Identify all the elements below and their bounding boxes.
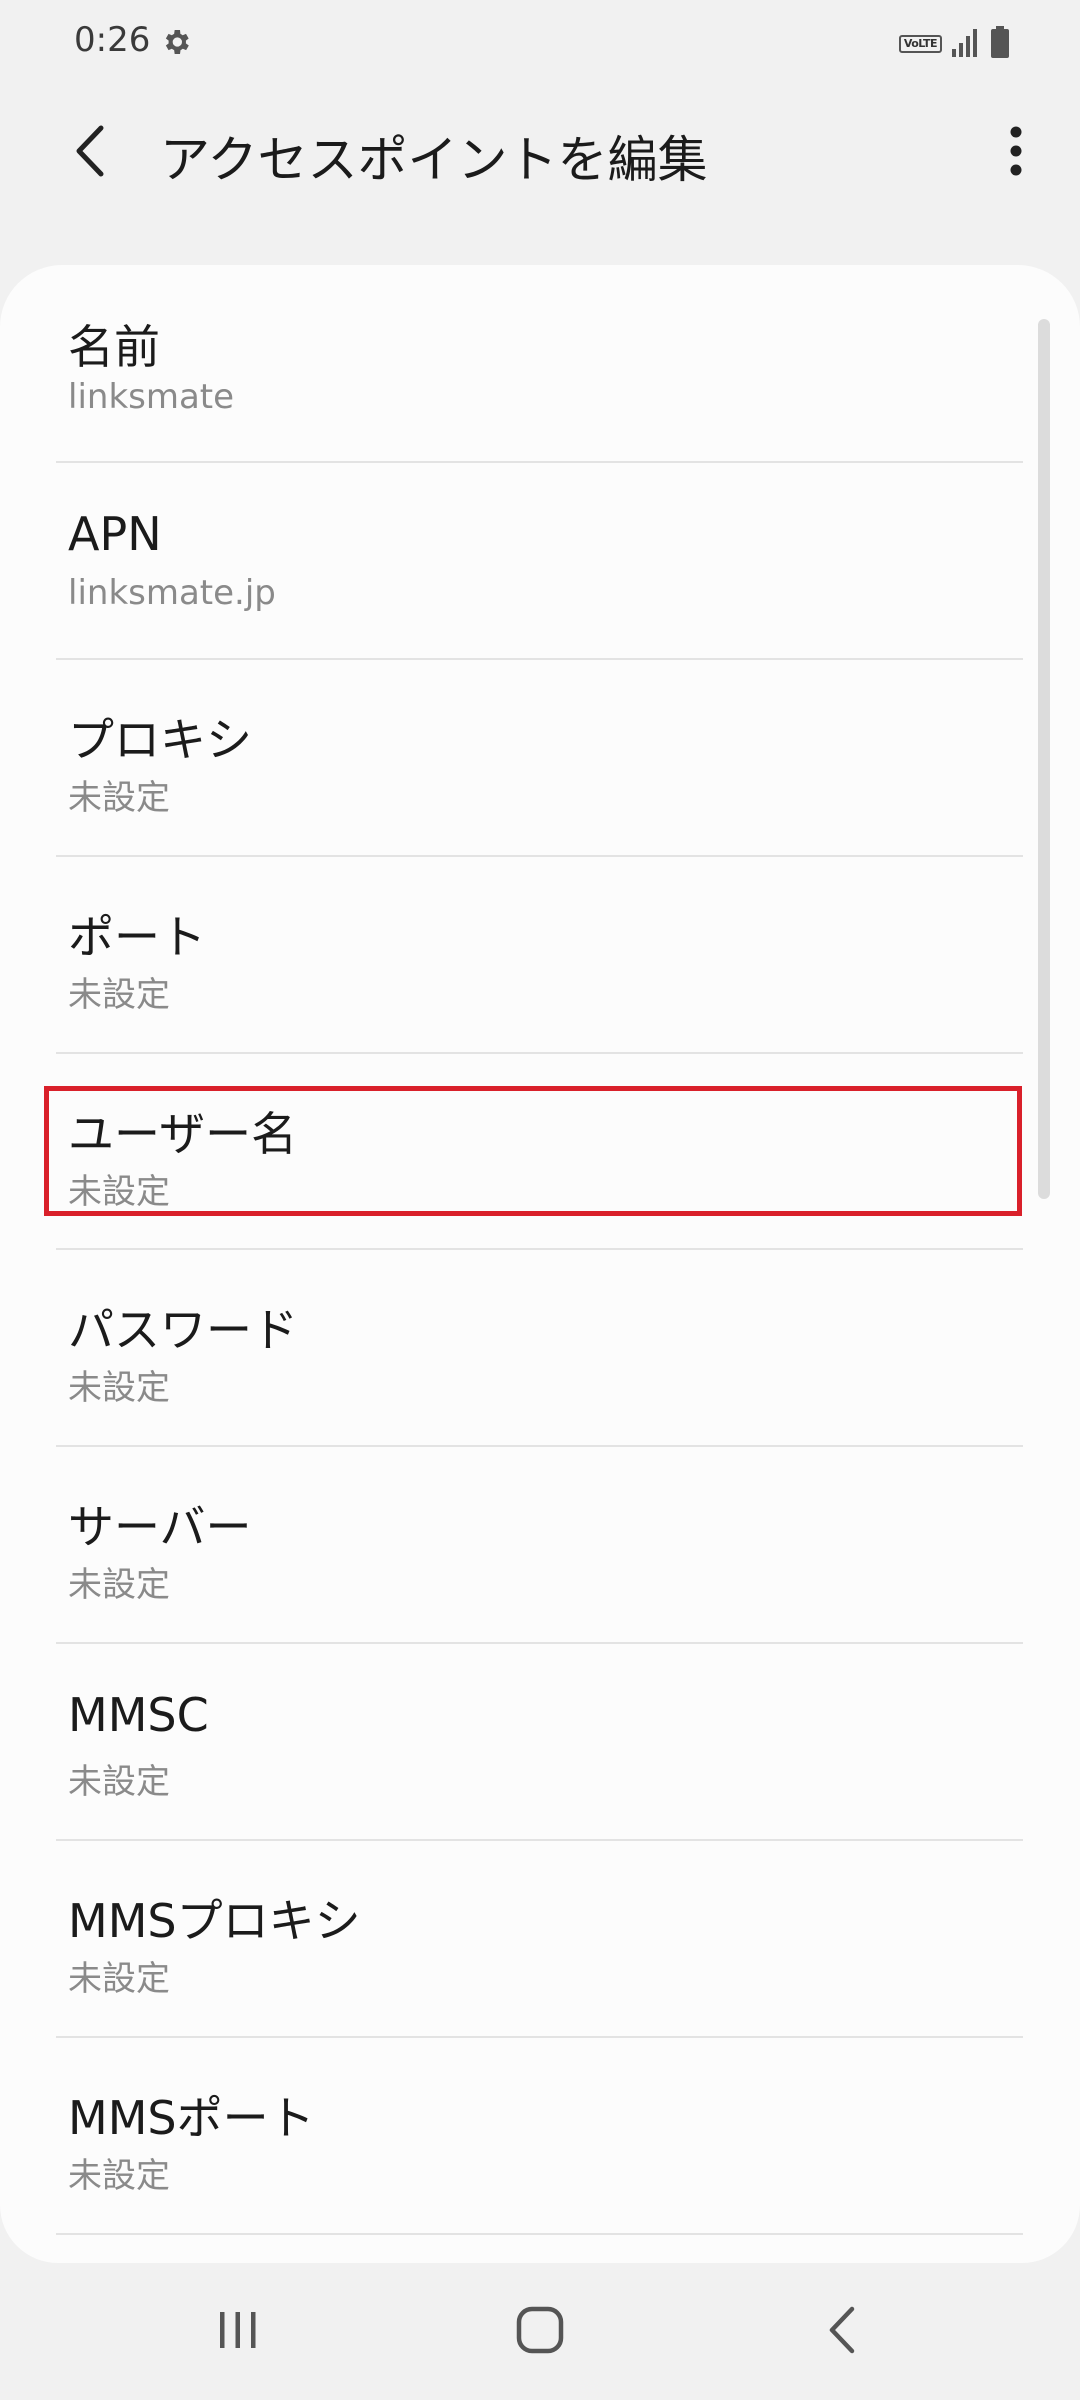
- back-icon: [826, 2305, 858, 2359]
- back-nav-button[interactable]: [782, 2284, 902, 2380]
- recents-icon: [216, 2308, 260, 2356]
- highlight-box: [44, 1086, 1022, 1216]
- field-label: ポート: [68, 910, 206, 964]
- app-bar: アクセスポイントを編集: [0, 88, 1080, 218]
- apn-field-mms-proxy[interactable]: MMSプロキシ 未設定: [0, 1839, 1080, 2035]
- back-arrow-icon: [71, 124, 111, 182]
- field-label: MMSC: [68, 1688, 209, 1742]
- field-label: APN: [68, 507, 162, 561]
- page-title: アクセスポイントを編集: [160, 131, 708, 189]
- apn-field-mms-port[interactable]: MMSポート 未設定: [0, 2036, 1080, 2232]
- status-bar: 0:26 VoLTE: [0, 0, 1080, 88]
- field-label: プロキシ: [68, 713, 252, 767]
- home-button[interactable]: [480, 2284, 600, 2380]
- volte-badge: VoLTE: [898, 35, 942, 53]
- field-label: パスワード: [68, 1303, 298, 1357]
- apn-field-proxy[interactable]: プロキシ 未設定: [0, 658, 1080, 854]
- apn-settings-card: 名前 linksmate APN linksmate.jp プロキシ 未設定 ポ…: [0, 265, 1080, 2263]
- signal-icon: [952, 27, 980, 61]
- apn-field-port[interactable]: ポート 未設定: [0, 855, 1080, 1051]
- apn-field-mmsc[interactable]: MMSC 未設定: [0, 1642, 1080, 1838]
- apn-field-password[interactable]: パスワード 未設定: [0, 1248, 1080, 1444]
- apn-field-apn[interactable]: APN linksmate.jp: [0, 461, 1080, 657]
- apn-field-name[interactable]: 名前 linksmate: [0, 265, 1080, 461]
- navigation-bar: [0, 2264, 1080, 2400]
- field-value: 未設定: [68, 1368, 170, 1408]
- home-icon: [515, 2305, 565, 2359]
- apn-field-server[interactable]: サーバー 未設定: [0, 1445, 1080, 1641]
- field-label: MMSポート: [68, 2091, 315, 2145]
- divider: [56, 2233, 1023, 2235]
- field-value: linksmate.jp: [68, 573, 276, 613]
- battery-icon: [990, 26, 1010, 62]
- more-options-button[interactable]: [986, 118, 1046, 188]
- field-value: 未設定: [68, 1565, 170, 1605]
- field-value: 未設定: [68, 975, 170, 1015]
- field-value: 未設定: [68, 2156, 170, 2196]
- back-button[interactable]: [56, 118, 126, 188]
- field-value: linksmate: [68, 377, 235, 417]
- status-time: 0:26: [74, 20, 151, 60]
- more-vertical-icon: [1009, 126, 1023, 180]
- gear-icon: [160, 26, 192, 62]
- field-label: MMSプロキシ: [68, 1894, 361, 1948]
- field-value: 未設定: [68, 1762, 170, 1802]
- field-label: サーバー: [68, 1500, 252, 1554]
- field-value: 未設定: [68, 778, 170, 818]
- field-value: 未設定: [68, 1959, 170, 1999]
- recents-button[interactable]: [178, 2284, 298, 2380]
- field-label: 名前: [68, 320, 160, 374]
